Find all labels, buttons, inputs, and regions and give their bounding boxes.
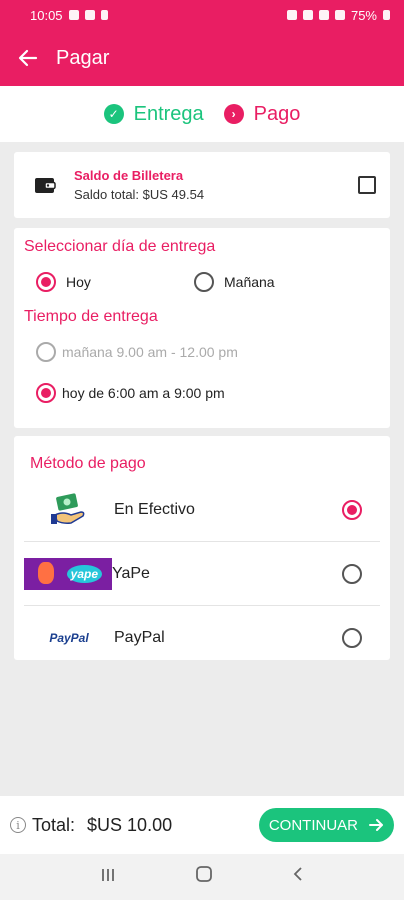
time-option-hoy[interactable]: hoy de 6:00 am a 9:00 pm [24, 383, 380, 403]
page-title: Pagar [56, 46, 110, 69]
time-option-label: mañana 9.00 am - 12.00 pm [62, 344, 238, 360]
time-option-manana[interactable]: mañana 9.00 am - 12.00 pm [24, 342, 380, 362]
checkout-footer: i Total: $US 10.00 CONTINUAR [0, 796, 404, 854]
status-time: 10:05 [30, 7, 63, 23]
paypal-logo-text: PayPal [49, 631, 89, 645]
home-icon[interactable] [195, 865, 213, 889]
system-nav-bar [0, 854, 404, 900]
info-icon[interactable]: i [10, 817, 26, 833]
wifi-icon [318, 10, 329, 20]
wallet-balance: Saldo total: $US 49.54 [74, 187, 205, 202]
radio-paypal[interactable] [342, 628, 362, 648]
back-arrow-icon[interactable] [0, 30, 56, 86]
delivery-day-title: Seleccionar día de entrega [24, 238, 216, 255]
wallet-card[interactable]: Saldo de Billetera Saldo total: $US 49.5… [14, 152, 390, 218]
alarm-icon [286, 10, 297, 20]
arrow-right-icon [369, 819, 383, 831]
status-bar: 10:05 75% [0, 0, 404, 30]
payment-method-label: En Efectivo [114, 500, 195, 518]
signal-icon [334, 10, 345, 20]
radio-yape[interactable] [342, 563, 362, 584]
total-label: Total: [32, 814, 76, 835]
day-option-label: Hoy [66, 274, 91, 290]
battery-level: 75% [350, 7, 377, 23]
cash-hand-icon [24, 492, 114, 528]
yape-logo: yape [24, 557, 112, 590]
day-option-manana[interactable]: Mañana [194, 272, 275, 292]
wallet-checkbox[interactable] [358, 176, 376, 194]
payment-method-yape[interactable]: yape YaPe [24, 542, 380, 606]
sim-icon [100, 10, 108, 20]
delivery-card: Seleccionar día de entrega Hoy Mañana Ti… [14, 228, 390, 428]
check-circle-icon: ✓ [103, 104, 124, 124]
back-icon[interactable] [291, 865, 305, 889]
payment-method-cash[interactable]: En Efectivo [24, 478, 380, 542]
wallet-title: Saldo de Billetera [74, 168, 184, 183]
continue-button[interactable]: CONTINUAR [258, 808, 394, 842]
radio-hoy[interactable] [36, 272, 56, 292]
step-label: Entrega [133, 102, 204, 125]
step-label: Pago [253, 102, 301, 125]
payment-card: Método de pago En Efectivo yape YaPe Pay… [14, 436, 390, 660]
total-value: $US 10.00 [87, 814, 173, 835]
notification-icon [68, 10, 79, 20]
step-pago: › Pago [223, 102, 301, 126]
wallet-icon [34, 174, 56, 196]
mute-icon [302, 10, 313, 20]
time-option-label: hoy de 6:00 am a 9:00 pm [62, 385, 225, 401]
yape-mascot-icon [38, 561, 54, 584]
day-option-label: Mañana [224, 274, 275, 290]
radio-manana[interactable] [194, 272, 214, 292]
radio-cash[interactable] [342, 499, 362, 520]
radio-time-hoy[interactable] [36, 383, 56, 403]
day-option-hoy[interactable]: Hoy [36, 272, 194, 292]
continue-label: CONTINUAR [268, 816, 358, 834]
step-entrega: ✓ Entrega [103, 102, 204, 126]
checkout-steps: ✓ Entrega › Pago [0, 86, 404, 142]
payment-method-paypal[interactable]: PayPal PayPal [24, 606, 380, 670]
chevron-right-circle-icon: › [223, 104, 244, 124]
delivery-time-title: Tiempo de entrega [24, 308, 158, 325]
recent-apps-icon[interactable] [99, 866, 117, 889]
radio-time-manana[interactable] [36, 342, 56, 362]
battery-icon [383, 10, 390, 20]
payment-title: Método de pago [30, 455, 146, 472]
payment-method-label: PayPal [114, 629, 165, 646]
app-bar: Pagar [0, 30, 404, 86]
cloud-icon [84, 10, 95, 20]
payment-method-label: YaPe [112, 564, 150, 582]
yape-logo-text: yape [66, 564, 102, 583]
paypal-logo: PayPal [24, 620, 114, 656]
